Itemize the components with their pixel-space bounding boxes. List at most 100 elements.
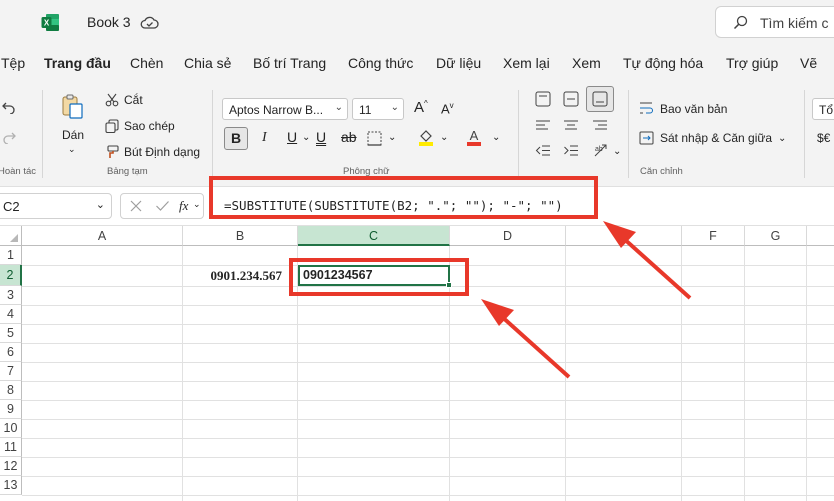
column-header-f[interactable]: F bbox=[682, 226, 745, 246]
row-header-1[interactable]: 1 bbox=[0, 246, 22, 265]
wrap-text-button[interactable]: Bao văn bản bbox=[660, 102, 727, 116]
chevron-down-icon[interactable]: ⌄ bbox=[302, 132, 310, 143]
tab-page-layout[interactable]: Bố trí Trang bbox=[253, 55, 326, 71]
redo-icon[interactable] bbox=[2, 130, 16, 144]
row-header-13[interactable]: 13 bbox=[0, 476, 22, 495]
merge-center-icon[interactable] bbox=[639, 131, 654, 145]
chevron-down-icon[interactable]: ⌄ bbox=[440, 132, 448, 143]
column-header-b[interactable]: B bbox=[183, 226, 298, 246]
row-header-5[interactable]: 5 bbox=[0, 324, 22, 343]
column-header-h[interactable] bbox=[807, 226, 834, 246]
decrease-font-size-icon[interactable]: Av bbox=[441, 101, 454, 116]
number-format-dropdown[interactable]: Tổ bbox=[812, 98, 834, 120]
font-name-value: Aptos Narrow B... bbox=[229, 103, 324, 117]
name-box[interactable]: C2 ⌄ bbox=[0, 193, 112, 219]
formula-controls: fx ⌄ bbox=[120, 193, 204, 219]
chevron-down-icon[interactable]: ⌄ bbox=[778, 133, 786, 144]
italic-icon[interactable]: I bbox=[262, 130, 267, 146]
row-header-7[interactable]: 7 bbox=[0, 362, 22, 381]
title-bar: X Book 3 Tìm kiếm c bbox=[0, 0, 834, 46]
tab-view[interactable]: Xem bbox=[572, 55, 601, 71]
font-color-icon[interactable]: A bbox=[466, 128, 482, 146]
text-orientation-icon[interactable]: ab bbox=[593, 143, 609, 158]
align-center-icon[interactable] bbox=[563, 119, 579, 131]
insert-function-icon[interactable]: fx bbox=[179, 198, 188, 214]
copy-icon[interactable] bbox=[105, 119, 119, 133]
tab-help[interactable]: Trợ giúp bbox=[726, 55, 778, 71]
strikethrough-icon[interactable]: ab bbox=[341, 129, 357, 145]
paste-button-label[interactable]: Dán bbox=[62, 128, 84, 142]
row-header-9[interactable]: 9 bbox=[0, 400, 22, 419]
row-header-6[interactable]: 6 bbox=[0, 343, 22, 362]
row-header-12[interactable]: 12 bbox=[0, 457, 22, 476]
chevron-down-icon[interactable]: ⌄ bbox=[613, 146, 621, 157]
double-underline-icon[interactable]: U bbox=[316, 129, 326, 145]
workbook-title[interactable]: Book 3 bbox=[87, 14, 131, 30]
row-header-4[interactable]: 4 bbox=[0, 305, 22, 324]
align-left-icon[interactable] bbox=[535, 119, 551, 131]
gridline bbox=[22, 495, 834, 496]
wrap-text-icon[interactable] bbox=[639, 101, 653, 115]
copy-button[interactable]: Sao chép bbox=[124, 119, 175, 133]
chevron-down-icon[interactable]: ⌄ bbox=[492, 132, 500, 143]
tab-data[interactable]: Dữ liệu bbox=[436, 55, 481, 71]
column-header-d[interactable]: D bbox=[450, 226, 566, 246]
ribbon-separator bbox=[212, 90, 213, 178]
font-name-dropdown[interactable]: Aptos Narrow B... ⌄ bbox=[222, 98, 348, 120]
align-right-icon[interactable] bbox=[592, 119, 608, 131]
column-header-g[interactable]: G bbox=[745, 226, 807, 246]
align-top-icon[interactable] bbox=[535, 91, 551, 107]
search-box[interactable]: Tìm kiếm c bbox=[715, 6, 834, 38]
increase-indent-icon[interactable] bbox=[563, 144, 579, 157]
tab-insert[interactable]: Chèn bbox=[130, 55, 163, 71]
row-header-8[interactable]: 8 bbox=[0, 381, 22, 400]
gridline bbox=[22, 305, 834, 306]
ribbon-separator bbox=[804, 90, 805, 178]
chevron-down-icon[interactable]: ⌄ bbox=[388, 132, 396, 143]
format-painter-button[interactable]: Bút Định dạng bbox=[124, 145, 200, 159]
column-header-e[interactable]: E bbox=[566, 226, 682, 246]
font-size-dropdown[interactable]: 11 ⌄ bbox=[352, 98, 404, 120]
align-middle-icon[interactable] bbox=[563, 91, 579, 107]
column-header-a[interactable]: A bbox=[22, 226, 183, 246]
cut-button[interactable]: Cắt bbox=[124, 93, 143, 107]
row-header-11[interactable]: 11 bbox=[0, 438, 22, 457]
gridline bbox=[806, 246, 807, 501]
enter-check-icon[interactable] bbox=[155, 199, 170, 213]
gridline bbox=[22, 343, 834, 344]
paste-icon[interactable] bbox=[62, 94, 84, 120]
merge-center-button[interactable]: Sát nhập & Căn giữa bbox=[660, 131, 772, 145]
ribbon-separator bbox=[42, 90, 43, 178]
cancel-icon[interactable] bbox=[129, 199, 143, 213]
decrease-indent-icon[interactable] bbox=[535, 144, 551, 157]
excel-logo-icon[interactable]: X bbox=[41, 13, 60, 32]
increase-font-size-icon[interactable]: A^ bbox=[414, 99, 428, 116]
borders-icon[interactable] bbox=[367, 131, 382, 146]
row-header-2[interactable]: 2 bbox=[0, 265, 22, 286]
fill-color-icon[interactable] bbox=[418, 128, 434, 146]
tab-draw[interactable]: Vẽ bbox=[800, 55, 817, 71]
tab-share[interactable]: Chia sẻ bbox=[184, 55, 231, 71]
align-bottom-icon bbox=[592, 91, 608, 107]
cell-b2[interactable]: 0901.234.567 bbox=[183, 266, 298, 285]
gridline bbox=[22, 457, 834, 458]
format-painter-icon[interactable] bbox=[105, 145, 119, 159]
currency-format-button[interactable]: $€ bbox=[817, 131, 830, 145]
tab-home[interactable]: Trang đầu bbox=[44, 55, 111, 71]
row-header-3[interactable]: 3 bbox=[0, 286, 22, 305]
row-header-10[interactable]: 10 bbox=[0, 419, 22, 438]
undo-icon[interactable] bbox=[2, 100, 16, 114]
column-header-c[interactable]: C bbox=[298, 226, 450, 246]
bold-button[interactable]: B bbox=[224, 127, 248, 150]
tab-formulas[interactable]: Công thức bbox=[348, 55, 413, 71]
tab-review[interactable]: Xem lại bbox=[503, 55, 550, 71]
cut-icon[interactable] bbox=[105, 93, 119, 107]
cloud-saved-icon[interactable] bbox=[140, 14, 159, 31]
underline-icon[interactable]: U bbox=[287, 129, 297, 145]
tab-file[interactable]: Tệp bbox=[1, 55, 25, 71]
select-all-corner[interactable] bbox=[0, 226, 22, 246]
name-box-value: C2 bbox=[3, 199, 20, 214]
paste-dropdown-chevron-icon[interactable]: ⌄ bbox=[68, 144, 76, 155]
chevron-down-icon[interactable]: ⌄ bbox=[193, 199, 201, 210]
tab-automate[interactable]: Tự động hóa bbox=[623, 55, 703, 71]
